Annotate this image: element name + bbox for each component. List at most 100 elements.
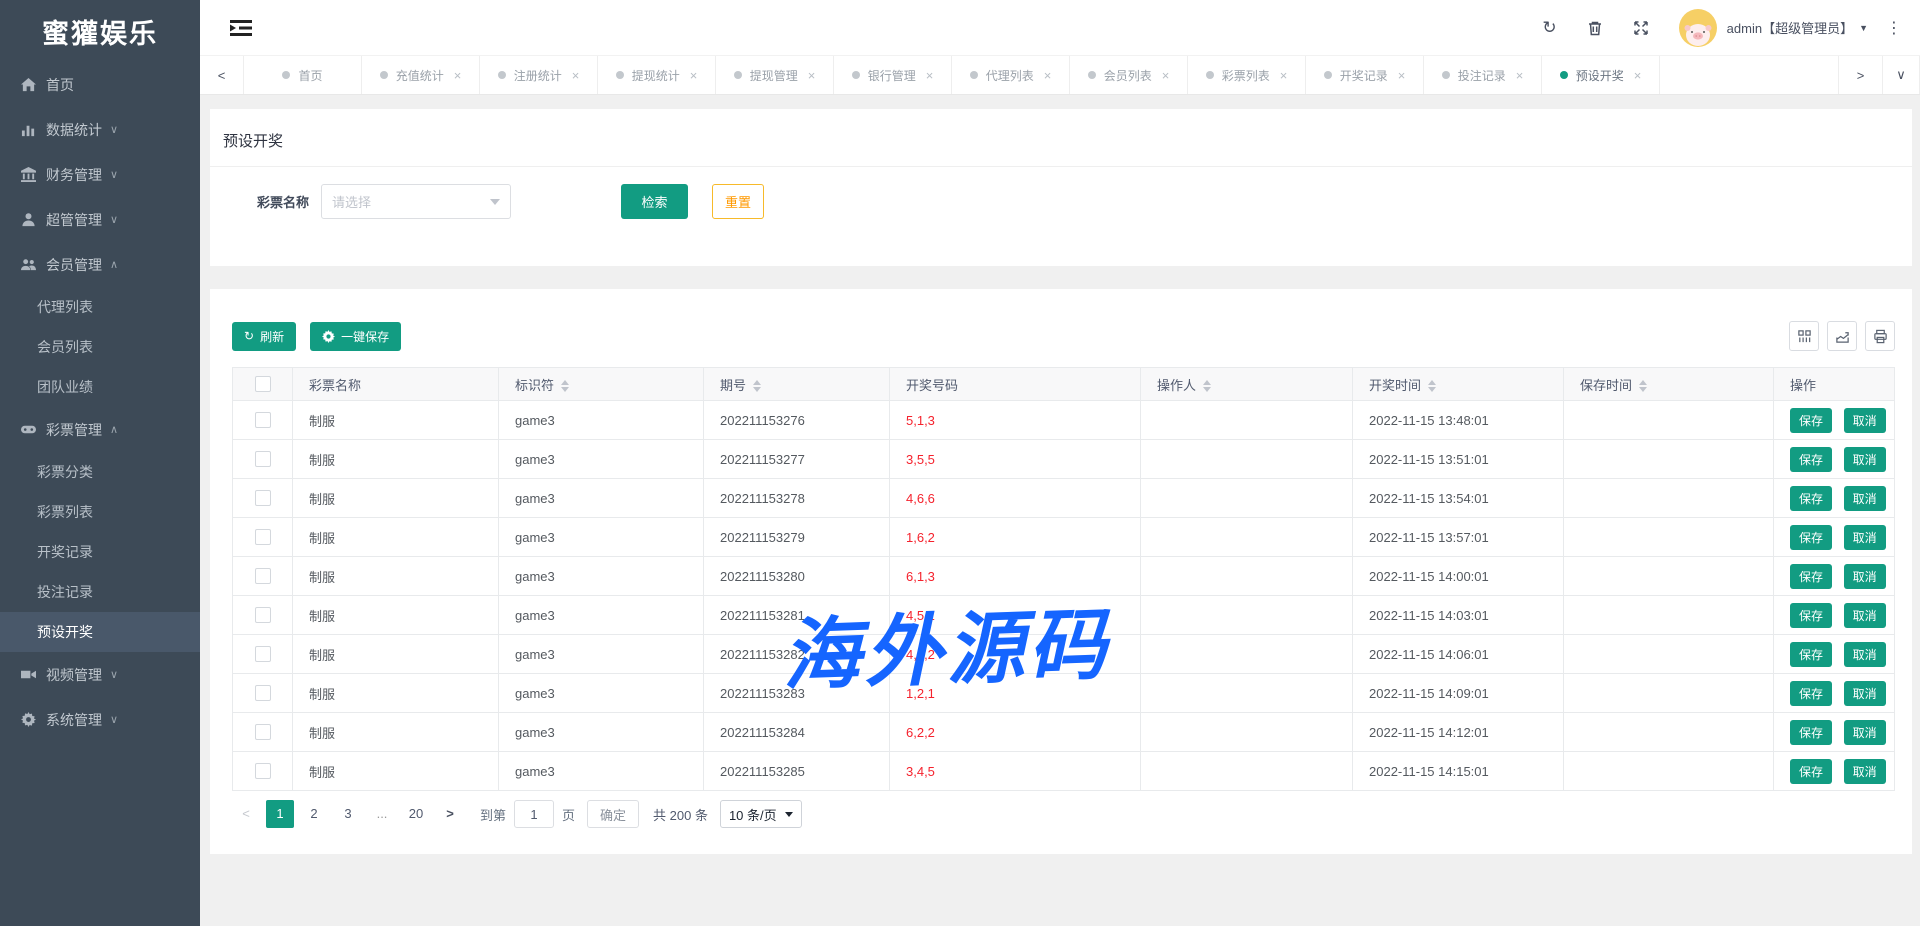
tab-withdraw-manage[interactable]: 提现管理× xyxy=(716,56,834,94)
cancel-button[interactable]: 取消 xyxy=(1844,408,1886,433)
print-icon[interactable] xyxy=(1865,321,1895,351)
col-operator[interactable]: 操作人 xyxy=(1141,368,1353,401)
tabs-menu-icon[interactable]: ∨ xyxy=(1882,56,1920,94)
col-draw-time[interactable]: 开奖时间 xyxy=(1353,368,1564,401)
batch-save-button[interactable]: 一键保存 xyxy=(310,322,401,351)
row-checkbox[interactable] xyxy=(255,451,271,467)
sort-icon[interactable] xyxy=(753,380,761,392)
save-button[interactable]: 保存 xyxy=(1790,603,1832,628)
cancel-button[interactable]: 取消 xyxy=(1844,642,1886,667)
page-3[interactable]: 3 xyxy=(334,800,362,828)
row-checkbox[interactable] xyxy=(255,685,271,701)
tab-close-icon[interactable]: × xyxy=(1634,68,1642,83)
sidebar-item-finance[interactable]: 财务管理 ∨ xyxy=(0,152,200,197)
trash-icon[interactable] xyxy=(1587,20,1603,36)
lottery-name-select[interactable]: 请选择 xyxy=(321,184,511,219)
save-button[interactable]: 保存 xyxy=(1790,720,1832,745)
tab-home[interactable]: 首页 xyxy=(244,56,362,94)
sidebar-item-system[interactable]: 系统管理 ∨ xyxy=(0,697,200,742)
tabs-scroll-right-icon[interactable]: > xyxy=(1838,56,1882,94)
tab-close-icon[interactable]: × xyxy=(808,68,816,83)
next-page-icon[interactable]: > xyxy=(436,800,464,828)
tab-close-icon[interactable]: × xyxy=(1398,68,1406,83)
tab-close-icon[interactable]: × xyxy=(454,68,462,83)
sidebar-item-bet-records[interactable]: 投注记录 xyxy=(0,572,200,612)
cancel-button[interactable]: 取消 xyxy=(1844,447,1886,472)
tab-close-icon[interactable]: × xyxy=(926,68,934,83)
tabs-scroll-left-icon[interactable]: < xyxy=(200,56,244,94)
row-checkbox[interactable] xyxy=(255,568,271,584)
sidebar-item-lottery-category[interactable]: 彩票分类 xyxy=(0,452,200,492)
sort-icon[interactable] xyxy=(1639,380,1647,392)
sort-icon[interactable] xyxy=(1428,380,1436,392)
tab-bet-records[interactable]: 投注记录× xyxy=(1424,56,1542,94)
select-all-checkbox[interactable] xyxy=(255,376,271,392)
tab-lottery-list[interactable]: 彩票列表× xyxy=(1188,56,1306,94)
sidebar-item-member-list[interactable]: 会员列表 xyxy=(0,327,200,367)
row-checkbox[interactable] xyxy=(255,490,271,506)
sidebar-item-preset-draw[interactable]: 预设开奖 xyxy=(0,612,200,652)
cancel-button[interactable]: 取消 xyxy=(1844,759,1886,784)
tab-close-icon[interactable]: × xyxy=(1516,68,1524,83)
cancel-button[interactable]: 取消 xyxy=(1844,486,1886,511)
fullscreen-icon[interactable] xyxy=(1633,20,1649,36)
cancel-button[interactable]: 取消 xyxy=(1844,720,1886,745)
goto-confirm-button[interactable]: 确定 xyxy=(587,800,639,828)
sidebar-item-superadmin[interactable]: 超管管理 ∨ xyxy=(0,197,200,242)
save-button[interactable]: 保存 xyxy=(1790,486,1832,511)
row-checkbox[interactable] xyxy=(255,412,271,428)
page-size-select[interactable]: 10 条/页 xyxy=(720,800,802,828)
avatar[interactable] xyxy=(1679,9,1717,47)
search-button[interactable]: 检索 xyxy=(621,184,688,219)
row-checkbox[interactable] xyxy=(255,763,271,779)
cancel-button[interactable]: 取消 xyxy=(1844,564,1886,589)
page-20[interactable]: 20 xyxy=(402,800,430,828)
row-checkbox[interactable] xyxy=(255,646,271,662)
page-2[interactable]: 2 xyxy=(300,800,328,828)
sidebar-item-lottery-list[interactable]: 彩票列表 xyxy=(0,492,200,532)
save-button[interactable]: 保存 xyxy=(1790,564,1832,589)
row-checkbox[interactable] xyxy=(255,724,271,740)
col-issue[interactable]: 期号 xyxy=(704,368,890,401)
tab-close-icon[interactable]: × xyxy=(572,68,580,83)
sidebar-item-home[interactable]: 首页 xyxy=(0,62,200,107)
sidebar-item-video[interactable]: 视频管理 ∨ xyxy=(0,652,200,697)
tab-preset-draw[interactable]: 预设开奖× xyxy=(1542,56,1660,94)
goto-page-input[interactable] xyxy=(514,800,554,828)
col-save-time[interactable]: 保存时间 xyxy=(1564,368,1774,401)
col-identifier[interactable]: 标识符 xyxy=(499,368,704,401)
sidebar-item-draw-records[interactable]: 开奖记录 xyxy=(0,532,200,572)
refresh-button[interactable]: ↻ 刷新 xyxy=(232,322,296,351)
cancel-button[interactable]: 取消 xyxy=(1844,681,1886,706)
user-caret-icon[interactable]: ▼ xyxy=(1859,23,1868,33)
prev-page-icon[interactable]: < xyxy=(232,800,260,828)
tab-agent-list[interactable]: 代理列表× xyxy=(952,56,1070,94)
tab-draw-records[interactable]: 开奖记录× xyxy=(1306,56,1424,94)
sidebar-item-data-stats[interactable]: 数据统计 ∨ xyxy=(0,107,200,152)
row-checkbox[interactable] xyxy=(255,529,271,545)
sidebar-collapse-icon[interactable] xyxy=(230,19,252,37)
tab-recharge-stats[interactable]: 充值统计× xyxy=(362,56,480,94)
cancel-button[interactable]: 取消 xyxy=(1844,603,1886,628)
tab-register-stats[interactable]: 注册统计× xyxy=(480,56,598,94)
sidebar-item-agent-list[interactable]: 代理列表 xyxy=(0,287,200,327)
page-1[interactable]: 1 xyxy=(266,800,294,828)
cancel-button[interactable]: 取消 xyxy=(1844,525,1886,550)
sort-icon[interactable] xyxy=(1203,380,1211,392)
sort-icon[interactable] xyxy=(561,380,569,392)
tab-close-icon[interactable]: × xyxy=(1044,68,1052,83)
reset-button[interactable]: 重置 xyxy=(712,184,764,219)
tab-bank-manage[interactable]: 银行管理× xyxy=(834,56,952,94)
more-options-icon[interactable]: ⋮ xyxy=(1886,18,1902,38)
sidebar-item-team-performance[interactable]: 团队业绩 xyxy=(0,367,200,407)
tab-close-icon[interactable]: × xyxy=(1280,68,1288,83)
save-button[interactable]: 保存 xyxy=(1790,408,1832,433)
tab-close-icon[interactable]: × xyxy=(690,68,698,83)
sidebar-item-members[interactable]: 会员管理 ∧ xyxy=(0,242,200,287)
save-button[interactable]: 保存 xyxy=(1790,759,1832,784)
refresh-icon[interactable]: ↻ xyxy=(1542,18,1556,38)
save-button[interactable]: 保存 xyxy=(1790,642,1832,667)
save-button[interactable]: 保存 xyxy=(1790,447,1832,472)
tab-member-list[interactable]: 会员列表× xyxy=(1070,56,1188,94)
sidebar-item-lottery[interactable]: 彩票管理 ∧ xyxy=(0,407,200,452)
